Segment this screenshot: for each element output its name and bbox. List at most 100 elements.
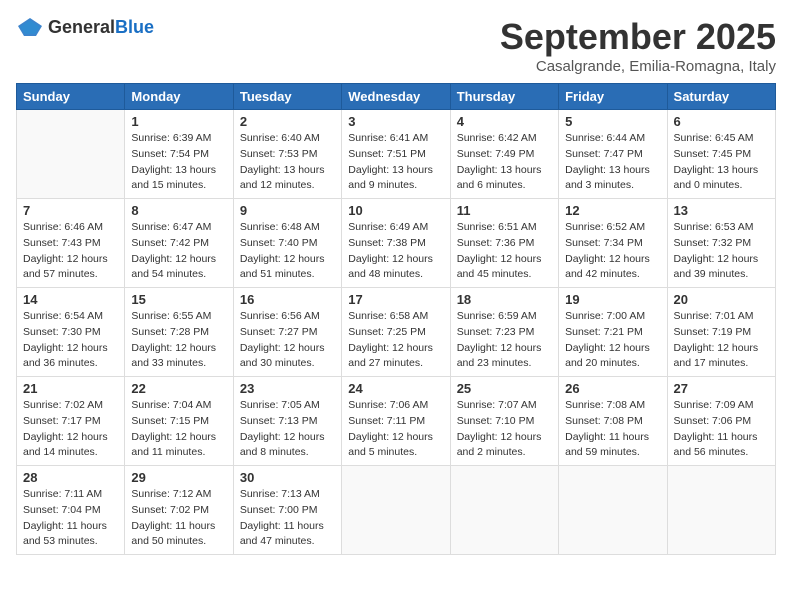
day-number: 27 <box>674 381 769 396</box>
day-detail: Sunrise: 7:00 AMSunset: 7:21 PMDaylight:… <box>565 309 660 372</box>
day-cell <box>450 466 558 555</box>
day-cell: 8Sunrise: 6:47 AMSunset: 7:42 PMDaylight… <box>125 199 233 288</box>
day-cell: 14 Sunrise: 6:54 AMSunset: 7:30 PMDayligh… <box>17 288 125 377</box>
day-cell: 13Sunrise: 6:53 AMSunset: 7:32 PMDayligh… <box>667 199 775 288</box>
day-detail: Sunrise: 6:51 AMSunset: 7:36 PMDaylight:… <box>457 220 552 283</box>
day-cell: 19 Sunrise: 7:00 AMSunset: 7:21 PMDayligh… <box>559 288 667 377</box>
weekday-header-wednesday: Wednesday <box>342 84 450 110</box>
weekday-header-thursday: Thursday <box>450 84 558 110</box>
day-detail: Sunrise: 7:07 AMSunset: 7:10 PMDaylight:… <box>457 398 552 461</box>
week-row-2: 7Sunrise: 6:46 AMSunset: 7:43 PMDaylight… <box>17 199 776 288</box>
day-cell <box>17 110 125 199</box>
location-title: Casalgrande, Emilia-Romagna, Italy <box>500 58 776 75</box>
week-row-3: 14 Sunrise: 6:54 AMSunset: 7:30 PMDayligh… <box>17 288 776 377</box>
day-detail: Sunrise: 6:48 AMSunset: 7:40 PMDaylight:… <box>240 220 335 283</box>
day-number: 23 <box>240 381 335 396</box>
day-number: 30 <box>240 470 335 485</box>
weekday-header-friday: Friday <box>559 84 667 110</box>
day-cell: 16 Sunrise: 6:56 AMSunset: 7:27 PMDayligh… <box>233 288 341 377</box>
day-detail: Sunrise: 6:54 AMSunset: 7:30 PMDaylight:… <box>23 309 118 372</box>
day-cell: 25 Sunrise: 7:07 AMSunset: 7:10 PMDayligh… <box>450 377 558 466</box>
day-cell: 6 Sunrise: 6:45 AMSunset: 7:45 PMDaylight… <box>667 110 775 199</box>
day-number: 14 <box>23 292 118 307</box>
day-detail: Sunrise: 7:01 AMSunset: 7:19 PMDaylight:… <box>674 309 769 372</box>
week-row-1: 1 Sunrise: 6:39 AMSunset: 7:54 PMDaylight… <box>17 110 776 199</box>
day-number: 25 <box>457 381 552 396</box>
day-detail: Sunrise: 6:52 AMSunset: 7:34 PMDaylight:… <box>565 220 660 283</box>
day-cell: 10 Sunrise: 6:49 AMSunset: 7:38 PMDayligh… <box>342 199 450 288</box>
week-row-5: 28 Sunrise: 7:11 AMSunset: 7:04 PMDayligh… <box>17 466 776 555</box>
day-detail: Sunrise: 7:09 AMSunset: 7:06 PMDaylight:… <box>674 398 769 461</box>
day-number: 16 <box>240 292 335 307</box>
day-cell <box>667 466 775 555</box>
day-number: 20 <box>674 292 769 307</box>
day-cell: 3 Sunrise: 6:41 AMSunset: 7:51 PMDaylight… <box>342 110 450 199</box>
weekday-header-tuesday: Tuesday <box>233 84 341 110</box>
day-cell: 4 Sunrise: 6:42 AMSunset: 7:49 PMDaylight… <box>450 110 558 199</box>
day-detail: Sunrise: 6:56 AMSunset: 7:27 PMDaylight:… <box>240 309 335 372</box>
day-cell <box>559 466 667 555</box>
day-cell: 22 Sunrise: 7:04 AMSunset: 7:15 PMDayligh… <box>125 377 233 466</box>
day-number: 21 <box>23 381 118 396</box>
day-number: 6 <box>674 114 769 129</box>
day-cell: 1 Sunrise: 6:39 AMSunset: 7:54 PMDaylight… <box>125 110 233 199</box>
day-cell: 24 Sunrise: 7:06 AMSunset: 7:11 PMDayligh… <box>342 377 450 466</box>
day-detail: Sunrise: 7:11 AMSunset: 7:04 PMDaylight:… <box>23 487 118 550</box>
day-number: 17 <box>348 292 443 307</box>
weekday-header-sunday: Sunday <box>17 84 125 110</box>
day-detail: Sunrise: 7:02 AMSunset: 7:17 PMDaylight:… <box>23 398 118 461</box>
weekday-header-saturday: Saturday <box>667 84 775 110</box>
logo-blue: Blue <box>115 17 154 37</box>
day-cell: 5 Sunrise: 6:44 AMSunset: 7:47 PMDaylight… <box>559 110 667 199</box>
day-number: 12 <box>565 203 660 218</box>
day-detail: Sunrise: 6:59 AMSunset: 7:23 PMDaylight:… <box>457 309 552 372</box>
day-number: 2 <box>240 114 335 129</box>
day-cell: 30 Sunrise: 7:13 AMSunset: 7:00 PMDayligh… <box>233 466 341 555</box>
day-number: 11 <box>457 203 552 218</box>
day-number: 28 <box>23 470 118 485</box>
day-number: 29 <box>131 470 226 485</box>
calendar-table: SundayMondayTuesdayWednesdayThursdayFrid… <box>16 83 776 555</box>
day-number: 1 <box>131 114 226 129</box>
weekday-header-row: SundayMondayTuesdayWednesdayThursdayFrid… <box>17 84 776 110</box>
logo: GeneralBlue <box>16 16 154 38</box>
weekday-header-monday: Monday <box>125 84 233 110</box>
logo-icon <box>16 16 44 38</box>
title-area: September 2025 Casalgrande, Emilia-Romag… <box>500 16 776 75</box>
day-cell: 26Sunrise: 7:08 AMSunset: 7:08 PMDayligh… <box>559 377 667 466</box>
day-number: 10 <box>348 203 443 218</box>
day-detail: Sunrise: 7:04 AMSunset: 7:15 PMDaylight:… <box>131 398 226 461</box>
day-detail: Sunrise: 7:06 AMSunset: 7:11 PMDaylight:… <box>348 398 443 461</box>
day-cell: 11 Sunrise: 6:51 AMSunset: 7:36 PMDayligh… <box>450 199 558 288</box>
day-detail: Sunrise: 6:45 AMSunset: 7:45 PMDaylight:… <box>674 131 769 194</box>
day-cell: 12 Sunrise: 6:52 AMSunset: 7:34 PMDayligh… <box>559 199 667 288</box>
day-detail: Sunrise: 7:13 AMSunset: 7:00 PMDaylight:… <box>240 487 335 550</box>
day-number: 15 <box>131 292 226 307</box>
day-number: 9 <box>240 203 335 218</box>
day-number: 19 <box>565 292 660 307</box>
week-row-4: 21 Sunrise: 7:02 AMSunset: 7:17 PMDayligh… <box>17 377 776 466</box>
day-number: 22 <box>131 381 226 396</box>
day-cell: 29 Sunrise: 7:12 AMSunset: 7:02 PMDayligh… <box>125 466 233 555</box>
day-detail: Sunrise: 6:41 AMSunset: 7:51 PMDaylight:… <box>348 131 443 194</box>
day-detail: Sunrise: 6:55 AMSunset: 7:28 PMDaylight:… <box>131 309 226 372</box>
day-detail: Sunrise: 6:47 AMSunset: 7:42 PMDaylight:… <box>131 220 226 283</box>
day-detail: Sunrise: 6:42 AMSunset: 7:49 PMDaylight:… <box>457 131 552 194</box>
day-cell: 23 Sunrise: 7:05 AMSunset: 7:13 PMDayligh… <box>233 377 341 466</box>
day-number: 7 <box>23 203 118 218</box>
day-number: 4 <box>457 114 552 129</box>
day-cell: 28 Sunrise: 7:11 AMSunset: 7:04 PMDayligh… <box>17 466 125 555</box>
day-detail: Sunrise: 6:39 AMSunset: 7:54 PMDaylight:… <box>131 131 226 194</box>
day-detail: Sunrise: 6:44 AMSunset: 7:47 PMDaylight:… <box>565 131 660 194</box>
day-cell: 17Sunrise: 6:58 AMSunset: 7:25 PMDayligh… <box>342 288 450 377</box>
day-detail: Sunrise: 6:49 AMSunset: 7:38 PMDaylight:… <box>348 220 443 283</box>
day-number: 3 <box>348 114 443 129</box>
day-number: 5 <box>565 114 660 129</box>
day-number: 24 <box>348 381 443 396</box>
day-detail: Sunrise: 7:05 AMSunset: 7:13 PMDaylight:… <box>240 398 335 461</box>
day-cell: 27 Sunrise: 7:09 AMSunset: 7:06 PMDayligh… <box>667 377 775 466</box>
day-cell: 21 Sunrise: 7:02 AMSunset: 7:17 PMDayligh… <box>17 377 125 466</box>
day-cell: 9 Sunrise: 6:48 AMSunset: 7:40 PMDaylight… <box>233 199 341 288</box>
day-detail: Sunrise: 7:12 AMSunset: 7:02 PMDaylight:… <box>131 487 226 550</box>
logo-text: GeneralBlue <box>48 17 154 38</box>
